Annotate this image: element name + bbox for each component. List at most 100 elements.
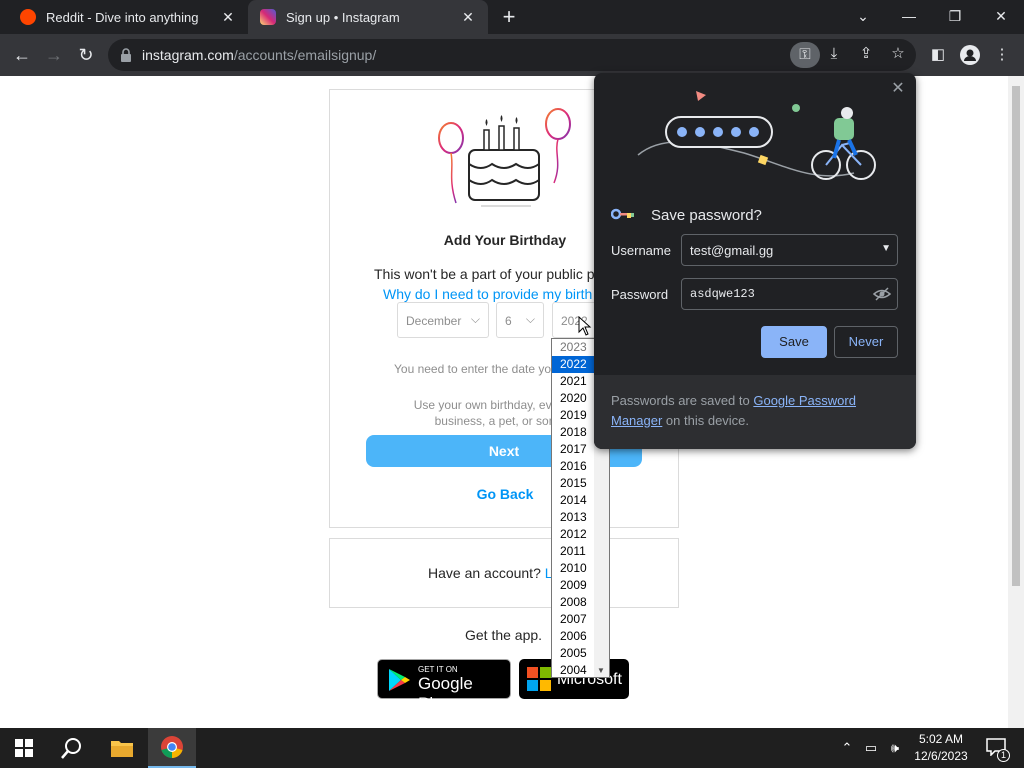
day-select[interactable]: 6 ⌵: [496, 302, 544, 338]
mouse-cursor-icon: [578, 316, 592, 336]
microsoft-logo-icon: [527, 667, 551, 691]
reload-icon[interactable]: ↻: [74, 43, 98, 67]
key-icon[interactable]: ⚿: [790, 42, 820, 68]
year-option[interactable]: 2005: [552, 645, 594, 662]
year-option[interactable]: 2007: [552, 611, 594, 628]
month-value: December: [406, 314, 462, 328]
dropdown-arrow-icon[interactable]: ▼: [881, 243, 891, 254]
gplay-small-text: GET IT ON: [418, 665, 458, 674]
tab-search-icon[interactable]: ⌄: [850, 4, 876, 28]
tab-title: Sign up • Instagram: [286, 9, 400, 25]
tab-title: Reddit - Dive into anything: [46, 9, 199, 25]
year-option[interactable]: 2018: [552, 424, 594, 441]
username-field[interactable]: test@gmail.gg ▼: [681, 234, 898, 266]
chevron-down-icon: ⌵: [525, 312, 535, 326]
notification-count: 1: [997, 749, 1010, 762]
dialog-title: Save password?: [651, 207, 762, 224]
year-option[interactable]: 2006: [552, 628, 594, 645]
never-button[interactable]: Never: [834, 326, 898, 358]
page-scrollbar[interactable]: [1008, 76, 1024, 728]
year-option[interactable]: 2019: [552, 407, 594, 424]
clock-time: 5:02 AM: [918, 732, 964, 746]
reddit-icon: [20, 9, 36, 25]
close-icon[interactable]: ✕: [220, 9, 236, 25]
year-option[interactable]: 2023: [552, 339, 594, 356]
side-panel-icon[interactable]: ◧: [926, 43, 950, 67]
footer-suffix: on this device.: [662, 413, 750, 428]
google-key-icon: [611, 208, 634, 220]
footer-prefix: Passwords are saved to: [611, 393, 754, 408]
year-option[interactable]: 2017: [552, 441, 594, 458]
year-option[interactable]: 2010: [552, 560, 594, 577]
volume-icon[interactable]: 🕪: [886, 738, 904, 758]
eye-off-icon[interactable]: [873, 285, 891, 303]
file-explorer-icon[interactable]: [98, 728, 146, 768]
scroll-down-arrow-icon[interactable]: ▼: [597, 666, 605, 675]
clock-date: 12/6/2023: [914, 749, 968, 763]
tab-reddit[interactable]: Reddit - Dive into anything ✕: [8, 0, 248, 34]
google-play-icon: [389, 669, 410, 691]
instagram-icon: [260, 9, 276, 25]
bookmark-star-icon[interactable]: ☆: [886, 42, 910, 66]
login-card: Have an account? Lo: [329, 538, 679, 608]
lock-icon[interactable]: [120, 48, 132, 62]
close-icon[interactable]: ✕: [460, 9, 476, 25]
year-option[interactable]: 2011: [552, 543, 594, 560]
back-arrow-icon[interactable]: ←: [10, 43, 34, 67]
install-icon[interactable]: ⤓: [822, 42, 846, 66]
tab-instagram[interactable]: Sign up • Instagram ✕: [248, 0, 488, 34]
browser-toolbar: ← → ↻ instagram.com/accounts/emailsignup…: [0, 34, 1024, 76]
password-illustration: [637, 91, 876, 180]
username-value: test@gmail.gg: [690, 243, 774, 258]
year-option[interactable]: 2012: [552, 526, 594, 543]
minimize-button[interactable]: —: [896, 4, 922, 28]
password-value: asdqwe123: [690, 287, 755, 301]
chrome-taskbar-icon[interactable]: [148, 728, 196, 768]
year-option[interactable]: 2014: [552, 492, 594, 509]
search-icon[interactable]: [48, 728, 96, 768]
save-button[interactable]: Save: [761, 326, 827, 358]
url-text[interactable]: instagram.com/accounts/emailsignup/: [142, 47, 376, 63]
scrollbar-thumb[interactable]: [1012, 86, 1020, 586]
chevron-down-icon: ⌵: [470, 312, 480, 326]
forward-arrow-icon[interactable]: →: [42, 43, 66, 67]
close-icon[interactable]: ✕: [890, 81, 906, 97]
url-path: /accounts/emailsignup/: [233, 47, 377, 63]
year-option[interactable]: 2008: [552, 594, 594, 611]
menu-dots-icon[interactable]: ⋮: [990, 43, 1014, 67]
birthday-cake-illustration: [438, 108, 571, 207]
username-label: Username: [611, 243, 671, 258]
notification-icon[interactable]: 1: [984, 738, 1010, 762]
taskbar-clock[interactable]: 5:02 AM 12/6/2023: [912, 731, 970, 765]
chevron-up-icon[interactable]: ⌃: [838, 738, 856, 758]
new-tab-button[interactable]: +: [498, 6, 520, 28]
why-birthday-link[interactable]: Why do I need to provide my birth: [383, 286, 592, 302]
password-label: Password: [611, 287, 669, 302]
year-option[interactable]: 2004: [552, 662, 594, 677]
windows-taskbar: ⌃ ▭ 🕪 5:02 AM 12/6/2023 1: [0, 728, 1024, 768]
day-value: 6: [505, 314, 512, 328]
have-account-text: Have an account? Lo: [428, 565, 560, 581]
go-back-link[interactable]: Go Back: [330, 486, 680, 502]
url-host: instagram.com: [142, 47, 234, 63]
gplay-big-text: Google Play: [418, 674, 473, 713]
year-option[interactable]: 2015: [552, 475, 594, 492]
year-option[interactable]: 2021: [552, 373, 594, 390]
enter-date-text: You need to enter the date yo: [394, 362, 552, 376]
address-bar[interactable]: instagram.com/accounts/emailsignup/ ⚿ ⤓ …: [108, 39, 916, 71]
year-option[interactable]: 2022: [552, 356, 594, 373]
password-field[interactable]: asdqwe123: [681, 278, 898, 310]
year-option[interactable]: 2013: [552, 509, 594, 526]
year-option[interactable]: 2016: [552, 458, 594, 475]
windows-start-icon[interactable]: [0, 728, 48, 768]
restore-button[interactable]: ❐: [942, 4, 968, 28]
get-app-text: Get the app.: [465, 627, 543, 643]
google-play-badge[interactable]: GET IT ON Google Play: [377, 659, 511, 713]
network-icon[interactable]: ▭: [862, 738, 880, 758]
share-icon[interactable]: ⇪: [854, 42, 878, 66]
month-select[interactable]: December ⌵: [397, 302, 489, 338]
close-window-button[interactable]: ✕: [988, 4, 1014, 28]
year-option[interactable]: 2009: [552, 577, 594, 594]
year-option[interactable]: 2020: [552, 390, 594, 407]
profile-icon[interactable]: [958, 43, 982, 67]
